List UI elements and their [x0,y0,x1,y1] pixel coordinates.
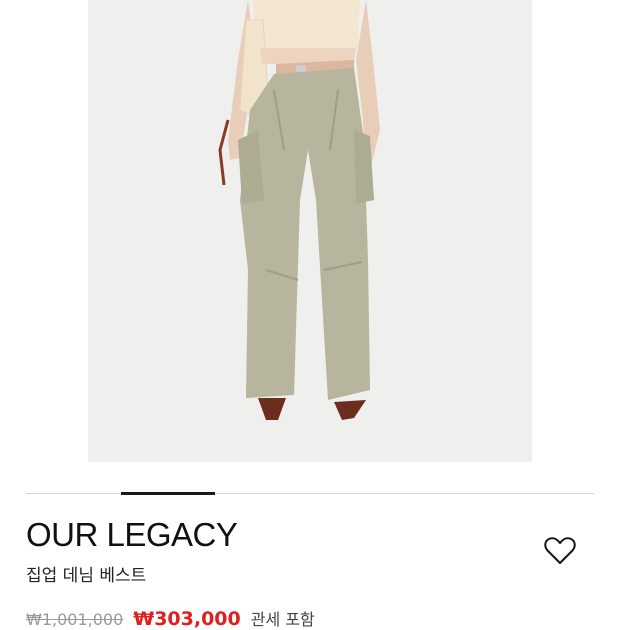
wishlist-button[interactable] [539,531,581,571]
tax-included-note: 관세 포함 [250,610,315,629]
price-row: ₩1,001,000 ₩303,000 관세 포함 [26,606,315,630]
model-illustration [218,0,380,420]
sale-price: ₩303,000 [133,608,241,630]
gallery-progress-track [26,492,594,495]
brand-name[interactable]: OUR LEGACY [26,516,238,554]
product-image-carousel[interactable] [0,0,620,476]
product-image[interactable] [88,0,532,462]
product-title: 집업 데님 베스트 [26,566,147,586]
heart-outline-icon [544,537,576,564]
gallery-progress-indicator [120,492,216,495]
